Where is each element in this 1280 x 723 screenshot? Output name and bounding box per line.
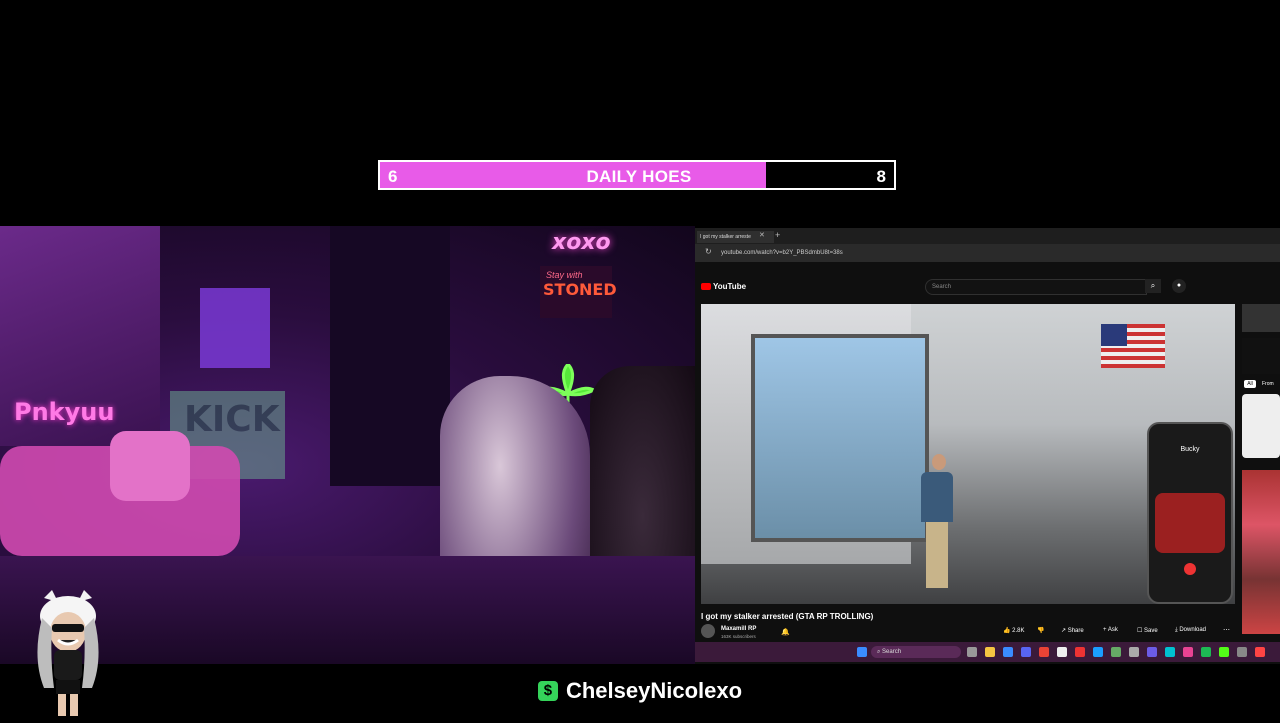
search-icon[interactable]: ⌕ xyxy=(1145,279,1161,293)
taskbar-search[interactable]: ⌕ Search xyxy=(871,646,961,658)
phone-avatar xyxy=(1155,493,1225,553)
reload-icon[interactable]: ↻ xyxy=(705,247,712,256)
subscriber-count: 163K subscribers xyxy=(721,634,756,639)
discord-icon[interactable] xyxy=(1021,647,1031,657)
edge-icon[interactable] xyxy=(1003,647,1013,657)
stoned-sign-text: STONED xyxy=(543,280,617,299)
download-label: Download xyxy=(1179,627,1207,633)
youtube-search-placeholder: Search xyxy=(932,284,952,290)
save-label: Save xyxy=(1144,628,1158,634)
obs-icon[interactable] xyxy=(1057,647,1067,657)
kick-dollar-icon: $ xyxy=(537,681,558,701)
share-label: Share xyxy=(1067,628,1084,634)
youtube-logo-icon xyxy=(701,283,711,290)
app-icon-6[interactable] xyxy=(1183,647,1193,657)
like-count: 2.8K xyxy=(1012,628,1025,634)
app-icon[interactable] xyxy=(1075,647,1085,657)
app-icon-3[interactable] xyxy=(1129,647,1139,657)
doorway xyxy=(330,226,450,486)
character-sweater xyxy=(921,472,953,522)
ask-label: Ask xyxy=(1107,627,1118,633)
url-text: youtube.com/watch?v=b2Y_PBSdmbU8t=38s xyxy=(721,250,843,256)
app-icon-5[interactable] xyxy=(1165,647,1175,657)
phone-overlay[interactable]: Bucky xyxy=(1147,422,1233,604)
sidebar-thumbnail[interactable] xyxy=(1242,304,1280,332)
recommendations-sidebar: All From xyxy=(1240,304,1280,634)
download-button[interactable]: ⤓ Download xyxy=(1175,627,1206,634)
app-icon-2[interactable] xyxy=(1111,647,1121,657)
tab-bar: I got my stalker arreste ✕ + xyxy=(695,228,1280,244)
tab-title: I got my stalker arreste xyxy=(700,234,751,240)
goal-title: DAILY HOES xyxy=(586,167,692,186)
streamer-handle: ChelseyNicolexo xyxy=(565,678,743,703)
dislike-icon[interactable]: 👎 xyxy=(1037,627,1044,634)
entrance-doors xyxy=(751,334,929,542)
file-explorer-icon[interactable] xyxy=(985,647,995,657)
american-flag xyxy=(1101,324,1165,368)
new-tab-icon[interactable]: + xyxy=(775,230,780,240)
app-icon-4[interactable] xyxy=(1147,647,1157,657)
couch-pillow xyxy=(110,431,190,501)
more-icon[interactable]: ⋯ xyxy=(1223,626,1230,634)
youtube-logo-text[interactable]: YouTube xyxy=(713,282,746,291)
goal-target-count: 8 xyxy=(876,167,886,186)
goal-bar: 6 DAILY HOES 8 xyxy=(378,160,896,190)
pnkyuu-neon-sign: Pnkyuu xyxy=(14,398,115,426)
xoxo-neon-sign: xoxo xyxy=(552,230,611,255)
end-call-icon[interactable] xyxy=(1184,563,1196,575)
sidebar-ad[interactable] xyxy=(1242,338,1280,374)
chip-all[interactable]: All xyxy=(1244,380,1256,388)
character-pants xyxy=(926,522,948,588)
character-head xyxy=(932,454,946,470)
task-view-icon[interactable] xyxy=(967,647,977,657)
video-player[interactable]: Bucky xyxy=(701,304,1235,604)
ask-button[interactable]: + Ask xyxy=(1103,627,1118,633)
windows-taskbar: ⌕ Search xyxy=(695,642,1280,662)
stoned-sign-prefix: Stay with xyxy=(546,270,583,280)
wall-poster xyxy=(200,288,270,368)
url-field[interactable]: youtube.com/watch?v=b2Y_PBSdmbU8t=38s xyxy=(721,247,1121,259)
microphone-icon[interactable]: ● xyxy=(1172,279,1186,293)
windows-start-icon[interactable] xyxy=(857,647,867,657)
channel-avatar[interactable] xyxy=(701,624,715,638)
chip-from[interactable]: From xyxy=(1262,381,1274,387)
app-icon-7[interactable] xyxy=(1237,647,1247,657)
phone-contact-name: Bucky xyxy=(1180,446,1200,453)
kick-icon[interactable] xyxy=(1219,647,1229,657)
tab-close-icon[interactable]: ✕ xyxy=(759,231,765,239)
spotify-icon[interactable] xyxy=(1201,647,1211,657)
stoned-sign: Stay with STONED xyxy=(540,266,617,318)
youtube-header: YouTube Search ⌕ ● xyxy=(695,276,1280,298)
address-bar: ↻ youtube.com/watch?v=b2Y_PBSdmbU8t=38s xyxy=(695,244,1280,262)
character-figure xyxy=(921,454,957,594)
browser-window: I got my stalker arreste ✕ + ↻ youtube.c… xyxy=(695,228,1280,664)
sidebar-card[interactable] xyxy=(1242,394,1280,458)
share-button[interactable]: ↗ Share xyxy=(1061,627,1084,634)
sidebar-video-list[interactable] xyxy=(1242,470,1280,634)
streamer-handle-bar: $ ChelseyNicolexo xyxy=(0,678,1280,708)
app-icon-8[interactable] xyxy=(1255,647,1265,657)
channel-name[interactable]: Maxamill RP xyxy=(721,626,756,632)
taskbar-search-placeholder: Search xyxy=(882,649,902,655)
video-title: I got my stalker arrested (GTA RP TROLLI… xyxy=(701,612,874,621)
chrome-icon[interactable] xyxy=(1039,647,1049,657)
save-button[interactable]: ☐ Save xyxy=(1137,627,1158,634)
steam-icon[interactable] xyxy=(1093,647,1103,657)
youtube-search-input[interactable]: Search xyxy=(925,279,1147,295)
bell-icon[interactable]: 🔔 xyxy=(781,628,790,636)
flag-canton xyxy=(1101,324,1127,346)
like-button[interactable]: 👍 2.8K xyxy=(1003,627,1024,634)
